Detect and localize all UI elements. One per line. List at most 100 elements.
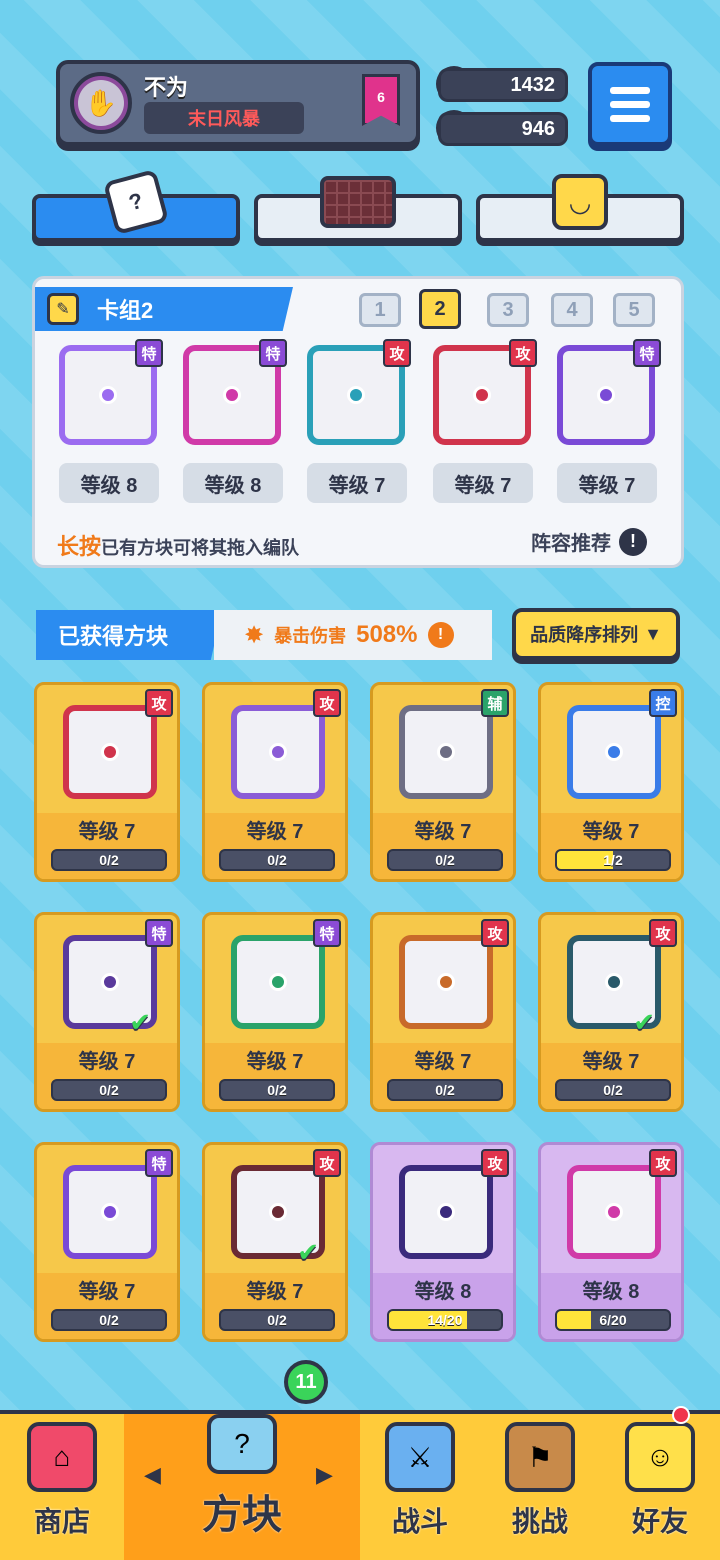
block-card[interactable]: 攻等级 8 6/20 (538, 1142, 684, 1342)
block-card[interactable]: 攻 ✔ 等级 7 0/2 (202, 1142, 348, 1342)
block-core-icon (437, 743, 455, 761)
block-core-icon (597, 386, 615, 404)
progress-text: 1/2 (603, 852, 623, 868)
nav-shop[interactable]: ⌂ 商店 (0, 1414, 124, 1560)
progress-text: 0/2 (99, 852, 119, 868)
progress-text: 0/2 (267, 1312, 287, 1328)
progress-text: 0/2 (435, 852, 455, 868)
in-deck-check-icon: ✔ (633, 1007, 655, 1037)
upgrade-progress-bar: 0/2 (219, 1309, 335, 1331)
nav-right-arrow-icon[interactable]: ▶ (316, 1462, 333, 1488)
deck-card-level: 等级 8 (59, 463, 159, 503)
deck-tab-1[interactable]: 1 (359, 293, 401, 327)
deck-card[interactable]: 特 (59, 339, 163, 445)
coin-counter[interactable]: 946 (438, 112, 568, 146)
block-type-tag: 特 (145, 1149, 173, 1177)
block-card[interactable]: 攻等级 7 0/2 (370, 912, 516, 1112)
upgrade-progress-bar: 0/2 (51, 1079, 167, 1101)
block-image (231, 935, 325, 1029)
block-type-tag: 攻 (649, 1149, 677, 1177)
upgrade-progress-bar: 0/2 (555, 1079, 671, 1101)
deck-tab-4[interactable]: 4 (551, 293, 593, 327)
deck-card-level: 等级 7 (433, 463, 533, 503)
player-avatar[interactable]: ✋ (70, 72, 132, 134)
nav-left-arrow-icon[interactable]: ◀ (144, 1462, 161, 1488)
menu-line (610, 114, 650, 122)
block-card[interactable]: 特 ✔ 等级 7 0/2 (34, 912, 180, 1112)
obtained-blocks-label: 已获得方块 (36, 610, 222, 660)
upgrade-progress-bar: 1/2 (555, 849, 671, 871)
block-level: 等级 7 (246, 821, 304, 843)
tab-board[interactable] (254, 176, 462, 242)
sort-quality-button[interactable]: 品质降序排列 ▼ (512, 608, 680, 660)
dropdown-arrow-icon: ▼ (644, 623, 662, 644)
block-core-icon (101, 743, 119, 761)
upgrade-progress-bar: 0/2 (387, 849, 503, 871)
tab-blocks[interactable]: ? (32, 168, 240, 242)
nav-label: 战斗 (391, 1506, 448, 1537)
block-image (63, 705, 157, 799)
block-card[interactable]: 特等级 7 0/2 (202, 912, 348, 1112)
nav-battle[interactable]: ⚔ 战斗 (360, 1414, 480, 1560)
block-core-icon (605, 1203, 623, 1221)
edit-pencil-icon[interactable]: ✎ (47, 293, 79, 325)
block-card[interactable]: 特等级 7 0/2 (34, 1142, 180, 1342)
deck-tab-5[interactable]: 5 (613, 293, 655, 327)
dice-icon: ? (98, 168, 174, 236)
block-image (399, 935, 493, 1029)
crit-damage-panel[interactable]: ✸ 暴击伤害 508% ! (214, 610, 492, 660)
deck-hint: 长按已有方块可将其拖入编队 (57, 529, 299, 561)
block-card[interactable]: 攻 ✔ 等级 7 0/2 (538, 912, 684, 1112)
nav-friends[interactable]: ☺ 好友 (600, 1414, 720, 1560)
block-level: 等级 7 (414, 821, 472, 843)
upgrade-progress-bar: 0/2 (51, 849, 167, 871)
block-type-tag: 特 (313, 919, 341, 947)
info-icon: ! (619, 527, 647, 556)
block-card[interactable]: 攻等级 7 0/2 (202, 682, 348, 882)
upgrade-progress-bar: 0/2 (51, 1309, 167, 1331)
player-name: 不为 (144, 75, 189, 100)
block-type-tag: 攻 (145, 689, 173, 717)
main-menu-button[interactable] (588, 62, 672, 146)
burst-icon: ✸ (244, 621, 265, 649)
notification-dot (672, 1406, 690, 1424)
deck-tab-2[interactable]: 2 (419, 289, 461, 329)
block-type-tag: 攻 (383, 339, 411, 367)
in-deck-check-icon: ✔ (129, 1007, 151, 1037)
gem-counter[interactable]: 1432 (438, 68, 568, 102)
block-card[interactable]: 控等级 7 1/2 (538, 682, 684, 882)
menu-line (610, 86, 650, 94)
nav-label: 挑战 (511, 1506, 568, 1537)
progress-text: 14/20 (427, 1312, 463, 1328)
nav-challenge[interactable]: ⚑ 挑战 (480, 1414, 600, 1560)
tab-skins[interactable]: ◡ (476, 174, 684, 242)
deck-card[interactable]: 攻 (433, 339, 537, 445)
rank-badge[interactable]: 6 (362, 74, 400, 126)
deck-card[interactable]: 特 (557, 339, 661, 445)
block-core-icon (99, 386, 117, 404)
deck-card[interactable]: 特 (183, 339, 287, 445)
deck-tab-3[interactable]: 3 (487, 293, 529, 327)
shop-icon: ⌂ (27, 1422, 97, 1492)
progress-text: 0/2 (267, 1082, 287, 1098)
progress-text: 6/20 (599, 1312, 627, 1328)
player-profile-card[interactable]: ✋ 不为 末日风暴 6 (56, 60, 420, 146)
battle-icon: ⚔ (385, 1422, 455, 1492)
block-core-icon (101, 1203, 119, 1221)
block-type-tag: 控 (649, 689, 677, 717)
nav-label: 方块 (202, 1493, 282, 1537)
block-type-tag: 攻 (649, 919, 677, 947)
block-card[interactable]: 辅等级 7 0/2 (370, 682, 516, 882)
progress-text: 0/2 (603, 1082, 623, 1098)
upgrade-progress-bar: 0/2 (387, 1079, 503, 1101)
block-card[interactable]: 攻等级 8 14/20 (370, 1142, 516, 1342)
block-type-tag: 辅 (481, 689, 509, 717)
block-card[interactable]: 攻等级 7 0/2 (34, 682, 180, 882)
upgrade-progress-bar: 14/20 (387, 1309, 503, 1331)
lineup-recommend-button[interactable]: 阵容推荐 ! (531, 527, 647, 556)
block-level: 等级 7 (582, 1051, 640, 1073)
block-icon: ? (207, 1414, 277, 1474)
deck-card[interactable]: 攻 (307, 339, 411, 445)
block-type-tag: 攻 (313, 689, 341, 717)
block-level: 等级 7 (414, 1051, 472, 1073)
